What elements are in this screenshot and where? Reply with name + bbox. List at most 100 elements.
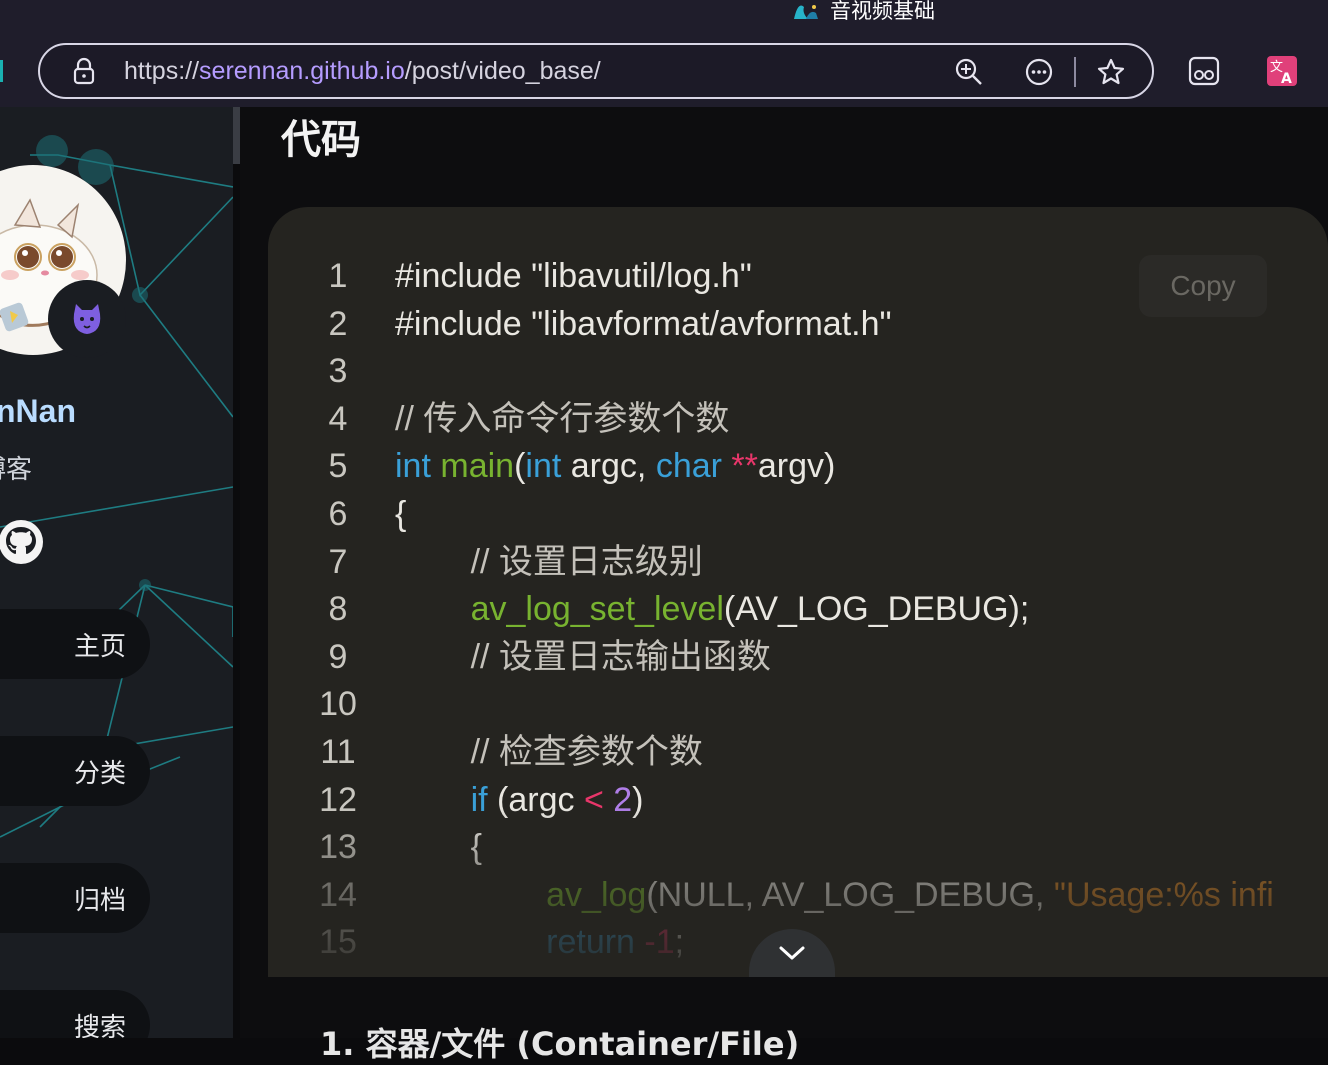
favicon-icon xyxy=(792,0,820,21)
nav-search-label: 搜索 xyxy=(73,1012,126,1039)
url-host: serennan.github.io xyxy=(199,57,405,85)
favorite-star-icon[interactable] xyxy=(1096,57,1126,87)
code-token: argc, xyxy=(561,447,656,486)
code-token: main xyxy=(440,447,515,486)
line-number: 9 xyxy=(328,637,348,676)
code-token: -1 xyxy=(644,923,675,962)
line-number: 15 xyxy=(319,923,357,962)
cat-icon xyxy=(73,304,101,334)
url-scheme: https:// xyxy=(124,57,200,85)
code-token: { xyxy=(395,828,482,867)
code-token: av_log_set_level xyxy=(470,590,724,629)
code-token: #include "libavutil/log.h" xyxy=(395,257,752,295)
code-token: if xyxy=(470,780,488,819)
code-token: // 检查参数个数 xyxy=(395,732,703,771)
code-token: // 设置日志级别 xyxy=(395,542,703,581)
line-source: // 传入命令行参数个数 xyxy=(395,396,729,444)
code-token: ; xyxy=(674,923,685,962)
section-heading: 代码 xyxy=(281,117,361,163)
line-source: // 设置日志输出函数 xyxy=(395,634,771,682)
code-line: 9 // 设置日志输出函数 xyxy=(268,634,1328,682)
translate-icon[interactable]: 文 A xyxy=(1266,55,1298,87)
code-token: 2 xyxy=(613,780,633,819)
site-subtitle: 博客 xyxy=(0,455,33,485)
line-number: 8 xyxy=(328,590,348,629)
site-name[interactable]: nNan xyxy=(0,393,76,430)
code-line: 5 int main(int argc, char **argv) xyxy=(268,443,1328,491)
line-number: 1 xyxy=(328,257,348,295)
line-number: 2 xyxy=(328,304,348,343)
line-source: if (argc < 2) xyxy=(395,777,644,825)
line-number: 14 xyxy=(319,875,357,914)
code-line: 11 // 检查参数个数 xyxy=(268,729,1328,777)
line-source: // 检查参数个数 xyxy=(395,729,703,777)
next-section-heading: 1. 容器/文件 (Container/File) xyxy=(320,1025,800,1063)
line-number: 10 xyxy=(319,685,357,724)
nav-categories-label: 分类 xyxy=(73,758,126,789)
lock-icon[interactable] xyxy=(70,57,98,85)
code-token: (AV_LOG_DEBUG); xyxy=(723,590,1030,629)
svg-text:A: A xyxy=(1281,71,1292,87)
code-token: // 传入命令行参数个数 xyxy=(395,399,730,438)
line-number: 13 xyxy=(319,828,357,867)
browser-chrome: 音视频基础 https://serennan.github.io/post/vi… xyxy=(0,0,1328,107)
code-line: 4 // 传入命令行参数个数 xyxy=(268,396,1328,444)
code-line: 10 xyxy=(268,681,1328,729)
url-text[interactable]: https://serennan.github.io/post/video_ba… xyxy=(124,57,601,86)
code-line: 3 xyxy=(268,348,1328,396)
copy-button[interactable]: Copy xyxy=(1139,255,1267,317)
code-line: 8 av_log_set_level(AV_LOG_DEBUG); xyxy=(268,586,1328,634)
nav-home-label: 主页 xyxy=(73,631,126,662)
nav-home[interactable]: 主页 xyxy=(0,609,150,679)
line-source: av_log_set_level(AV_LOG_DEBUG); xyxy=(395,586,1030,634)
github-icon[interactable] xyxy=(0,518,45,566)
line-source: #include "libavformat/avformat.h" xyxy=(395,301,892,349)
more-options-icon[interactable] xyxy=(1024,57,1054,87)
tab-edge-indicator xyxy=(0,60,3,82)
tab-title: 音视频基础 xyxy=(830,0,935,23)
nav-search[interactable]: 搜索 xyxy=(0,990,150,1038)
code-block: 1 #include "libavutil/log.h" 2 #include "li… xyxy=(268,207,1328,977)
main-content: 代码 1 #include "libavutil/log.h" 2 #include … xyxy=(240,107,1328,1063)
nav-archive-label: 归档 xyxy=(73,885,126,916)
address-bar[interactable]: https://serennan.github.io/post/video_ba… xyxy=(38,43,1154,99)
address-bar-divider xyxy=(1074,57,1076,87)
reading-glasses-icon[interactable] xyxy=(1188,55,1220,87)
line-source: { xyxy=(395,824,482,872)
code-line: 7 // 设置日志级别 xyxy=(268,539,1328,587)
line-number: 4 xyxy=(328,399,348,438)
line-source: int main(int argc, char **argv) xyxy=(395,443,835,491)
line-source: // 设置日志级别 xyxy=(395,539,703,587)
code-token: // 设置日志输出函数 xyxy=(395,637,771,676)
line-source: return -1; xyxy=(395,919,684,967)
line-number: 7 xyxy=(328,542,348,581)
chevron-down-icon xyxy=(779,946,805,960)
code-token: av_log xyxy=(546,875,647,914)
code-token: ) xyxy=(632,780,644,819)
code-lines: 1 #include "libavutil/log.h" 2 #include "li… xyxy=(268,253,1328,967)
browser-tab[interactable]: 音视频基础 xyxy=(792,0,935,24)
nav-categories[interactable]: 分类 xyxy=(0,736,150,806)
url-path: /post/video_base/ xyxy=(404,57,601,85)
nav-archive[interactable]: 归档 xyxy=(0,863,150,933)
sidebar-scroll-edge xyxy=(233,107,240,164)
code-line: 14 av_log(NULL, AV_LOG_DEBUG, "Usage:%s … xyxy=(268,872,1328,920)
code-line: 13 { xyxy=(268,824,1328,872)
code-token: (argc xyxy=(487,780,584,819)
line-number: 11 xyxy=(320,732,356,771)
code-line: 12 if (argc < 2) xyxy=(268,777,1328,825)
code-token: < xyxy=(583,780,604,819)
zoom-in-icon[interactable] xyxy=(954,57,984,87)
code-token: argv) xyxy=(757,447,836,486)
code-token: "Usage:%s infi xyxy=(1053,875,1274,914)
code-token: ( xyxy=(514,447,526,486)
line-number: 12 xyxy=(319,780,357,819)
line-number: 3 xyxy=(328,352,348,391)
